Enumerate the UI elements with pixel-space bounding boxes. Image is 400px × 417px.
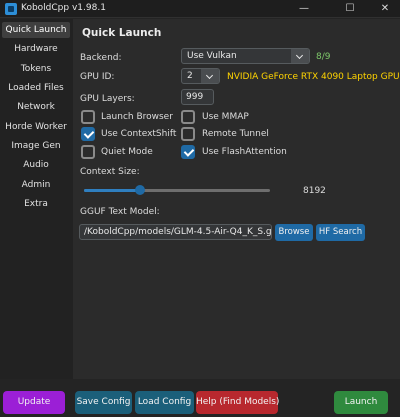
sidebar-item-horde-worker[interactable]: Horde Worker <box>2 119 70 135</box>
quiet-mode-checkbox[interactable] <box>81 145 95 159</box>
maximize-icon: ☐ <box>345 3 355 14</box>
use-mmap-label: Use MMAP <box>202 112 249 122</box>
backend-select[interactable]: Use Vulkan <box>181 48 310 64</box>
gpu-id-select[interactable]: 2 <box>181 68 220 84</box>
launch-browser-checkbox[interactable] <box>81 110 95 124</box>
maximize-button[interactable]: ☐ <box>337 0 363 18</box>
update-button[interactable]: Update <box>3 391 65 414</box>
use-flashattention-label: Use FlashAttention <box>202 147 287 157</box>
save-config-button[interactable]: Save Config <box>75 391 132 414</box>
context-size-slider-handle[interactable] <box>134 185 145 195</box>
context-size-value: 8192 <box>303 186 326 196</box>
use-mmap-checkbox[interactable] <box>181 110 195 124</box>
close-button[interactable]: ✕ <box>372 0 398 18</box>
quiet-mode-label: Quiet Mode <box>101 147 153 157</box>
close-icon: ✕ <box>380 3 390 14</box>
browse-button[interactable]: Browse <box>275 224 313 241</box>
backend-label: Backend: <box>80 53 122 63</box>
sidebar-item-quick-launch[interactable]: Quick Launch <box>2 22 70 38</box>
sidebar-item-network[interactable]: Network <box>2 99 70 115</box>
gpu-id-label: GPU ID: <box>80 72 115 82</box>
gpu-name: NVIDIA GeForce RTX 4090 Laptop GPU <box>227 72 400 82</box>
app-icon <box>5 3 17 15</box>
hf-search-button[interactable]: HF Search <box>316 224 365 241</box>
sidebar: Quick Launch Hardware Tokens Loaded File… <box>0 19 73 379</box>
chevron-down-icon <box>291 49 309 63</box>
minimize-button[interactable]: — <box>291 0 317 18</box>
remote-tunnel-label: Remote Tunnel <box>202 129 269 139</box>
gguf-label: GGUF Text Model: <box>80 207 160 217</box>
context-size-slider[interactable] <box>84 189 270 192</box>
context-size-fill <box>84 189 140 192</box>
gpu-id-value: 2 <box>187 71 193 81</box>
help-find-models-button[interactable]: Help (Find Models) <box>196 391 279 414</box>
launch-button[interactable]: Launch <box>334 391 388 414</box>
sidebar-item-image-gen[interactable]: Image Gen <box>2 138 70 154</box>
gguf-path-input[interactable]: /KoboldCpp/models/GLM-4.5-Air-Q4_K_S.ggu… <box>79 224 272 240</box>
sidebar-item-extra[interactable]: Extra <box>2 196 70 212</box>
page-title: Quick Launch <box>82 27 162 39</box>
sidebar-item-loaded-files[interactable]: Loaded Files <box>2 80 70 96</box>
gpu-layers-label: GPU Layers: <box>80 94 135 104</box>
minimize-icon: — <box>299 3 309 14</box>
backend-value: Use Vulkan <box>187 51 237 61</box>
sidebar-item-tokens[interactable]: Tokens <box>2 61 70 77</box>
sidebar-item-audio[interactable]: Audio <box>2 157 70 173</box>
context-size-label: Context Size: <box>80 167 140 177</box>
window-title: KoboldCpp v1.98.1 <box>21 3 106 13</box>
backend-count: 8/9 <box>316 52 331 62</box>
use-flashattention-checkbox[interactable] <box>181 145 195 159</box>
title-bar: KoboldCpp v1.98.1 — ☐ ✕ <box>0 0 400 18</box>
use-contextshift-checkbox[interactable] <box>81 127 95 141</box>
use-contextshift-label: Use ContextShift <box>101 129 177 139</box>
launch-browser-label: Launch Browser <box>101 112 173 122</box>
load-config-button[interactable]: Load Config <box>135 391 194 414</box>
gpu-layers-input[interactable]: 999 <box>181 89 214 105</box>
chevron-down-icon <box>201 69 219 83</box>
sidebar-item-hardware[interactable]: Hardware <box>2 41 70 57</box>
remote-tunnel-checkbox[interactable] <box>181 127 195 141</box>
sidebar-item-admin[interactable]: Admin <box>2 177 70 193</box>
